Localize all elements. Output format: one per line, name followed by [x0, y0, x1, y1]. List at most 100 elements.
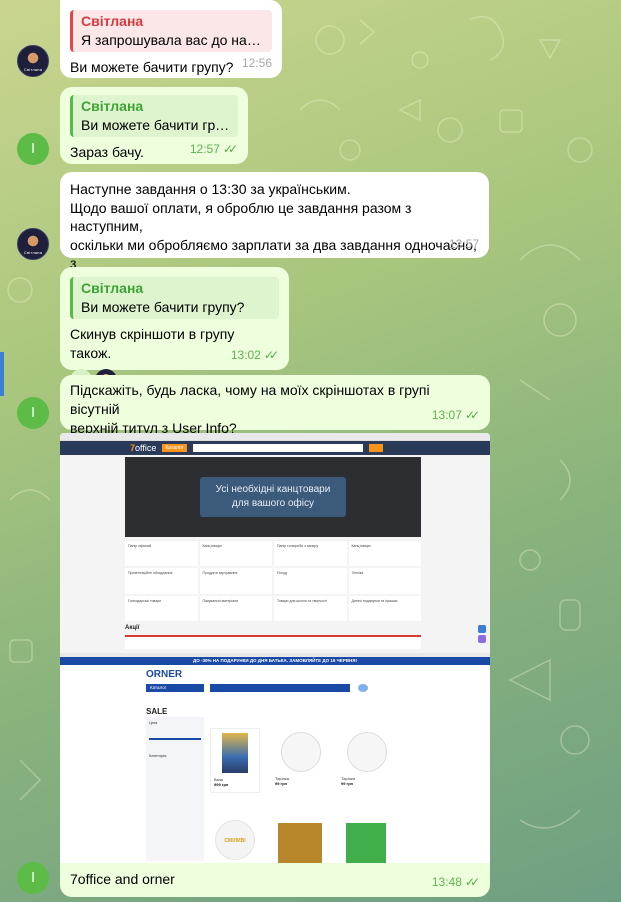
- product-image: [222, 733, 248, 773]
- message-time: 12:57: [189, 142, 220, 156]
- product-price: 999 грн: [214, 782, 229, 787]
- banner-line-1: Усі необхідні канцтовари: [215, 484, 331, 495]
- category-card[interactable]: Товари для школи та творчості: [274, 595, 347, 621]
- reply-text: Я запрошувала вас до нашої групи: [81, 32, 272, 48]
- reply-text: Ви можете бачити групу?: [81, 117, 238, 133]
- promo-bar: ДО -30% НА ПОДАРУНКИ ДО ДНЯ БАТЬКА. ЗАМО…: [60, 657, 490, 665]
- product-image-text: СМІЛИВІ ЩАСТЯ: [215, 820, 255, 860]
- avatar-initial: I: [31, 141, 35, 157]
- avatar-initial: I: [31, 870, 35, 886]
- message-meta: 13:07 ✓✓: [432, 406, 480, 425]
- read-checkmarks-icon: ✓✓: [464, 875, 480, 889]
- product-image-painting[interactable]: [278, 823, 322, 863]
- message-bubble-6[interactable]: 7office and orner 13:48 ✓✓: [60, 863, 490, 897]
- product-image-book[interactable]: [346, 823, 386, 863]
- screenshot-7office: 7 office Каталог Усі необхідні канцтовар…: [60, 433, 490, 653]
- reply-author: Світлана: [81, 98, 144, 114]
- screenshot-orner: ДО -30% НА ПОДАРУНКИ ДО ДНЯ БАТЬКА. ЗАМО…: [60, 653, 490, 863]
- message-caption: 7office and orner: [70, 871, 175, 887]
- category-card[interactable]: Дитячі подарунки та іграшки: [348, 595, 421, 621]
- banner-text-box: Усі необхідні канцтовари для вашого офіс…: [199, 477, 347, 517]
- catalog-button[interactable]: Каталог: [162, 444, 187, 452]
- category-card[interactable]: Канцтовари: [348, 541, 421, 567]
- browser-bookmarks-bar: [60, 433, 490, 441]
- product-image: [281, 732, 321, 772]
- reply-author: Світлана: [81, 13, 144, 29]
- category-card[interactable]: Техніка: [348, 568, 421, 594]
- promo-title: Акції: [125, 625, 140, 631]
- message-bubble-1[interactable]: Світлана Я запрошувала вас до нашої груп…: [60, 0, 282, 78]
- read-checkmarks-icon: ✓✓: [263, 348, 279, 362]
- orner-logo: ORNER: [146, 669, 183, 680]
- message-bubble-5[interactable]: Підскажіть, будь ласка, чому на моїх скр…: [60, 375, 490, 436]
- reply-quote[interactable]: Світлана Я запрошувала вас до нашої груп…: [70, 10, 272, 52]
- message-meta: 13:02 ✓✓: [231, 346, 279, 365]
- category-card[interactable]: Господарські товари: [125, 595, 198, 621]
- message-text: Зараз бачу.: [70, 144, 144, 160]
- read-checkmarks-icon: ✓✓: [222, 142, 238, 156]
- search-input[interactable]: [192, 444, 363, 452]
- reply-quote[interactable]: Світлана Ви можете бачити групу?: [70, 277, 279, 319]
- category-card[interactable]: Пакувальні матеріали: [199, 595, 272, 621]
- product-card[interactable]: СМІЛИВІ ЩАСТЯ: [210, 818, 260, 863]
- svetlana-avatar[interactable]: Світлана: [17, 228, 49, 260]
- reply-author: Світлана: [81, 280, 144, 296]
- message-time: 13:02: [230, 348, 261, 362]
- hero-banner: Усі необхідні канцтовари для вашого офіс…: [125, 457, 421, 537]
- message-time: 12:57: [448, 236, 479, 251]
- message-bubble-4[interactable]: Світлана Ви можете бачити групу? Скинув …: [60, 267, 289, 391]
- category-card[interactable]: Папір та вироби з паперу: [274, 541, 347, 567]
- message-meta: 12:57: [449, 235, 479, 254]
- currency-icon[interactable]: [358, 684, 368, 692]
- filter-category-label: Категорія: [149, 753, 167, 758]
- category-grid: Папір офісний Канцтовари Папір та вироби…: [125, 541, 421, 621]
- product-image: [347, 732, 387, 772]
- search-button[interactable]: [368, 444, 383, 452]
- scroll-indicator: [0, 352, 4, 396]
- message-meta: 12:56: [242, 54, 272, 73]
- reply-text: Ви можете бачити групу?: [81, 299, 245, 315]
- site-header: 7 office Каталог: [60, 441, 490, 455]
- message-text: Ви можете бачити групу?: [70, 59, 234, 75]
- avatar-initial: I: [31, 405, 35, 421]
- product-card[interactable]: Тарілка 99 грн: [338, 728, 396, 793]
- user-avatar[interactable]: I: [17, 397, 49, 429]
- catalog-button[interactable]: Каталог: [146, 684, 204, 692]
- sale-title: SALE: [146, 707, 168, 716]
- filter-price-label: Ціна: [149, 720, 158, 725]
- svetlana-avatar[interactable]: Світлана: [17, 45, 49, 77]
- user-avatar[interactable]: I: [17, 862, 49, 894]
- message-text: Скинув скріншоти в групу також.: [70, 326, 235, 361]
- read-checkmarks-icon: ✓✓: [464, 408, 480, 422]
- message-bubble-3[interactable]: Наступне завдання о 13:30 за українським…: [60, 172, 489, 290]
- photo-attachment[interactable]: 7 office Каталог Усі необхідні канцтовар…: [60, 433, 490, 863]
- message-line: Наступне завдання о 13:30 за українським…: [70, 181, 351, 197]
- viber-floating-icon[interactable]: [478, 635, 486, 643]
- product-card[interactable]: Ваза 999 грн: [210, 728, 260, 793]
- product-price: 99 грн: [341, 781, 354, 786]
- price-slider[interactable]: [149, 738, 201, 740]
- message-time: 13:48: [431, 875, 462, 889]
- reply-quote[interactable]: Світлана Ви можете бачити групу?: [70, 95, 238, 137]
- category-card[interactable]: Посуд: [274, 568, 347, 594]
- site-logo: office: [135, 443, 157, 453]
- category-card[interactable]: Папір офісний: [125, 541, 198, 567]
- message-bubble-2[interactable]: Світлана Ви можете бачити групу? Зараз б…: [60, 87, 248, 164]
- product-price: 99 грн: [275, 781, 288, 786]
- telegram-floating-icon[interactable]: [478, 625, 486, 633]
- message-meta: 13:48 ✓✓: [432, 873, 480, 892]
- filters-sidebar: Ціна Категорія: [146, 717, 204, 861]
- message-line: Підскажіть, будь ласка, чому на моїх скр…: [70, 382, 430, 417]
- message-meta: 12:57 ✓✓: [190, 140, 238, 159]
- user-avatar[interactable]: I: [17, 133, 49, 165]
- message-time: 12:56: [241, 56, 272, 70]
- product-card[interactable]: Тарілка 99 грн: [272, 728, 330, 793]
- message-line: Щодо вашої оплати, я оброблю це завдання…: [70, 199, 412, 235]
- promo-strip: [125, 635, 421, 649]
- avatar-caption: Світлана: [23, 67, 43, 72]
- category-card[interactable]: Канцтовари: [199, 541, 272, 567]
- banner-line-2: для вашого офісу: [232, 498, 314, 509]
- category-card[interactable]: Презентаційне обладнання: [125, 568, 198, 594]
- avatar-caption: Світлана: [23, 250, 43, 255]
- category-card[interactable]: Продукти харчування: [199, 568, 272, 594]
